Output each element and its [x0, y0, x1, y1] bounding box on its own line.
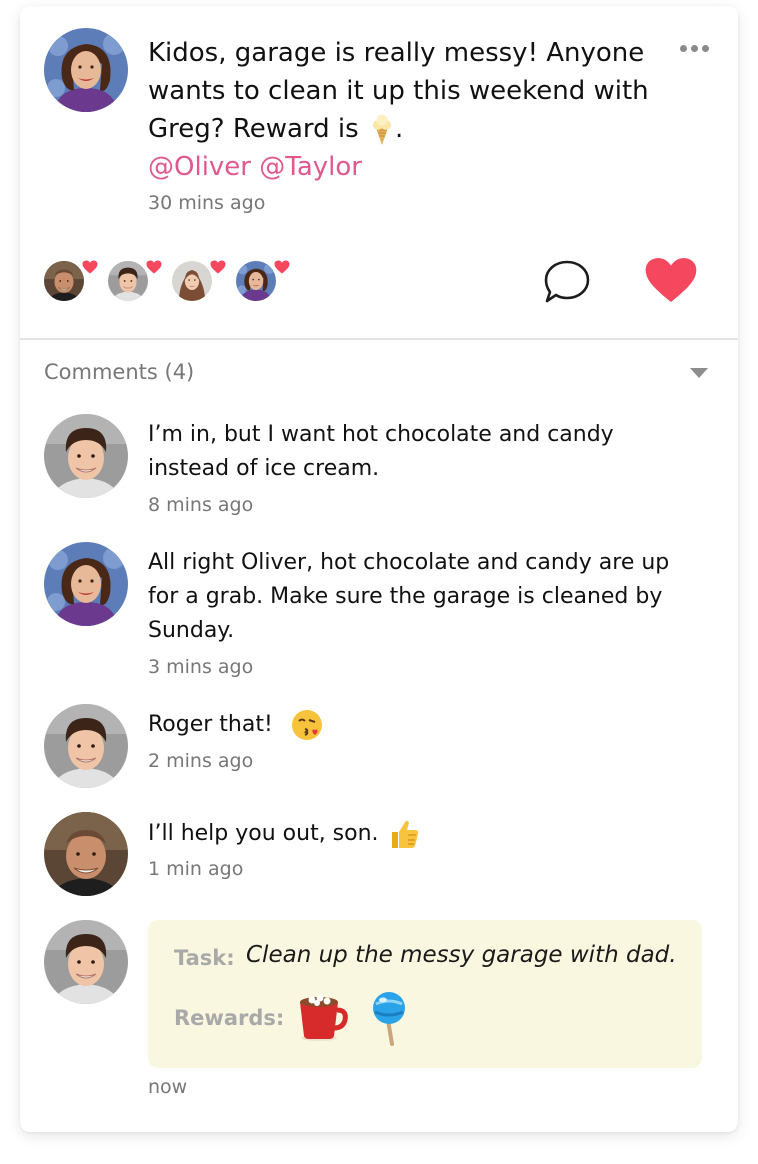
comment-timestamp: 2 mins ago [148, 750, 254, 772]
heart-icon [82, 260, 98, 274]
comment-line: Roger that! [148, 712, 273, 737]
comment-avatar-oliver[interactable] [44, 704, 128, 788]
liker-mom[interactable] [236, 260, 290, 304]
liker-greg[interactable] [44, 260, 98, 304]
comment-avatar-oliver[interactable] [44, 920, 128, 1004]
comments-header[interactable]: Comments (4) [44, 360, 194, 384]
liker-avatar [236, 261, 276, 301]
comment-line: I’ll help you out, son. [148, 821, 379, 846]
comment-line: Sunday. [148, 618, 235, 643]
hot-chocolate-icon [300, 994, 348, 1041]
lollipop-icon [373, 992, 405, 1046]
task-description: Clean up the messy garage with dad. [246, 942, 677, 968]
liker-taylor[interactable] [172, 260, 226, 304]
comment-line: instead of ice cream. [148, 456, 380, 481]
liker-avatar [108, 261, 148, 301]
comment-avatar-greg[interactable] [44, 812, 128, 896]
task-card[interactable]: Task: Clean up the messy garage with dad… [148, 920, 702, 1068]
more-options-icon[interactable] [676, 40, 712, 56]
comment-timestamp: 3 mins ago [148, 656, 254, 678]
comment-line: All right Oliver, hot chocolate and cand… [148, 550, 670, 575]
comment-avatar-oliver[interactable] [44, 414, 128, 498]
liker-avatar [44, 261, 84, 301]
comment-text: I’ll help you out, son. [148, 816, 422, 852]
post-mentions[interactable]: @Oliver @Taylor [148, 152, 362, 182]
task-timestamp: now [148, 1076, 188, 1098]
like-heart-icon[interactable] [644, 254, 698, 306]
comment-timestamp: 8 mins ago [148, 494, 254, 516]
post-text: Kidos, garage is really messy! Anyone wa… [148, 34, 668, 186]
chevron-down-icon[interactable] [690, 368, 708, 378]
liker-avatar [172, 261, 212, 301]
comment-line: I’m in, but I want hot chocolate and can… [148, 422, 614, 447]
comment-avatar-mom[interactable] [44, 542, 128, 626]
rewards-label: Rewards: [174, 1006, 285, 1030]
post-timestamp: 30 mins ago [148, 192, 266, 214]
kissing-face-icon [290, 708, 324, 742]
post-card: Kidos, garage is really messy! Anyone wa… [20, 6, 738, 1132]
comment-text: Roger that! [148, 708, 324, 742]
divider [20, 338, 738, 340]
comment-bubble-icon[interactable] [542, 258, 592, 306]
heart-icon [210, 260, 226, 274]
heart-icon [146, 260, 162, 274]
liker-oliver[interactable] [108, 260, 162, 304]
comment-timestamp: 1 min ago [148, 858, 244, 880]
ice-cream-icon [369, 114, 395, 146]
heart-icon [274, 260, 290, 274]
comment-line: for a grab. Make sure the garage is clea… [148, 584, 663, 609]
thumbs-up-icon [386, 816, 422, 852]
post-body-suffix: . [394, 114, 404, 144]
comment-text: All right Oliver, hot chocolate and cand… [148, 546, 669, 648]
comment-text: I’m in, but I want hot chocolate and can… [148, 418, 614, 486]
post-author-avatar[interactable] [44, 28, 128, 112]
task-label: Task: [174, 946, 235, 970]
